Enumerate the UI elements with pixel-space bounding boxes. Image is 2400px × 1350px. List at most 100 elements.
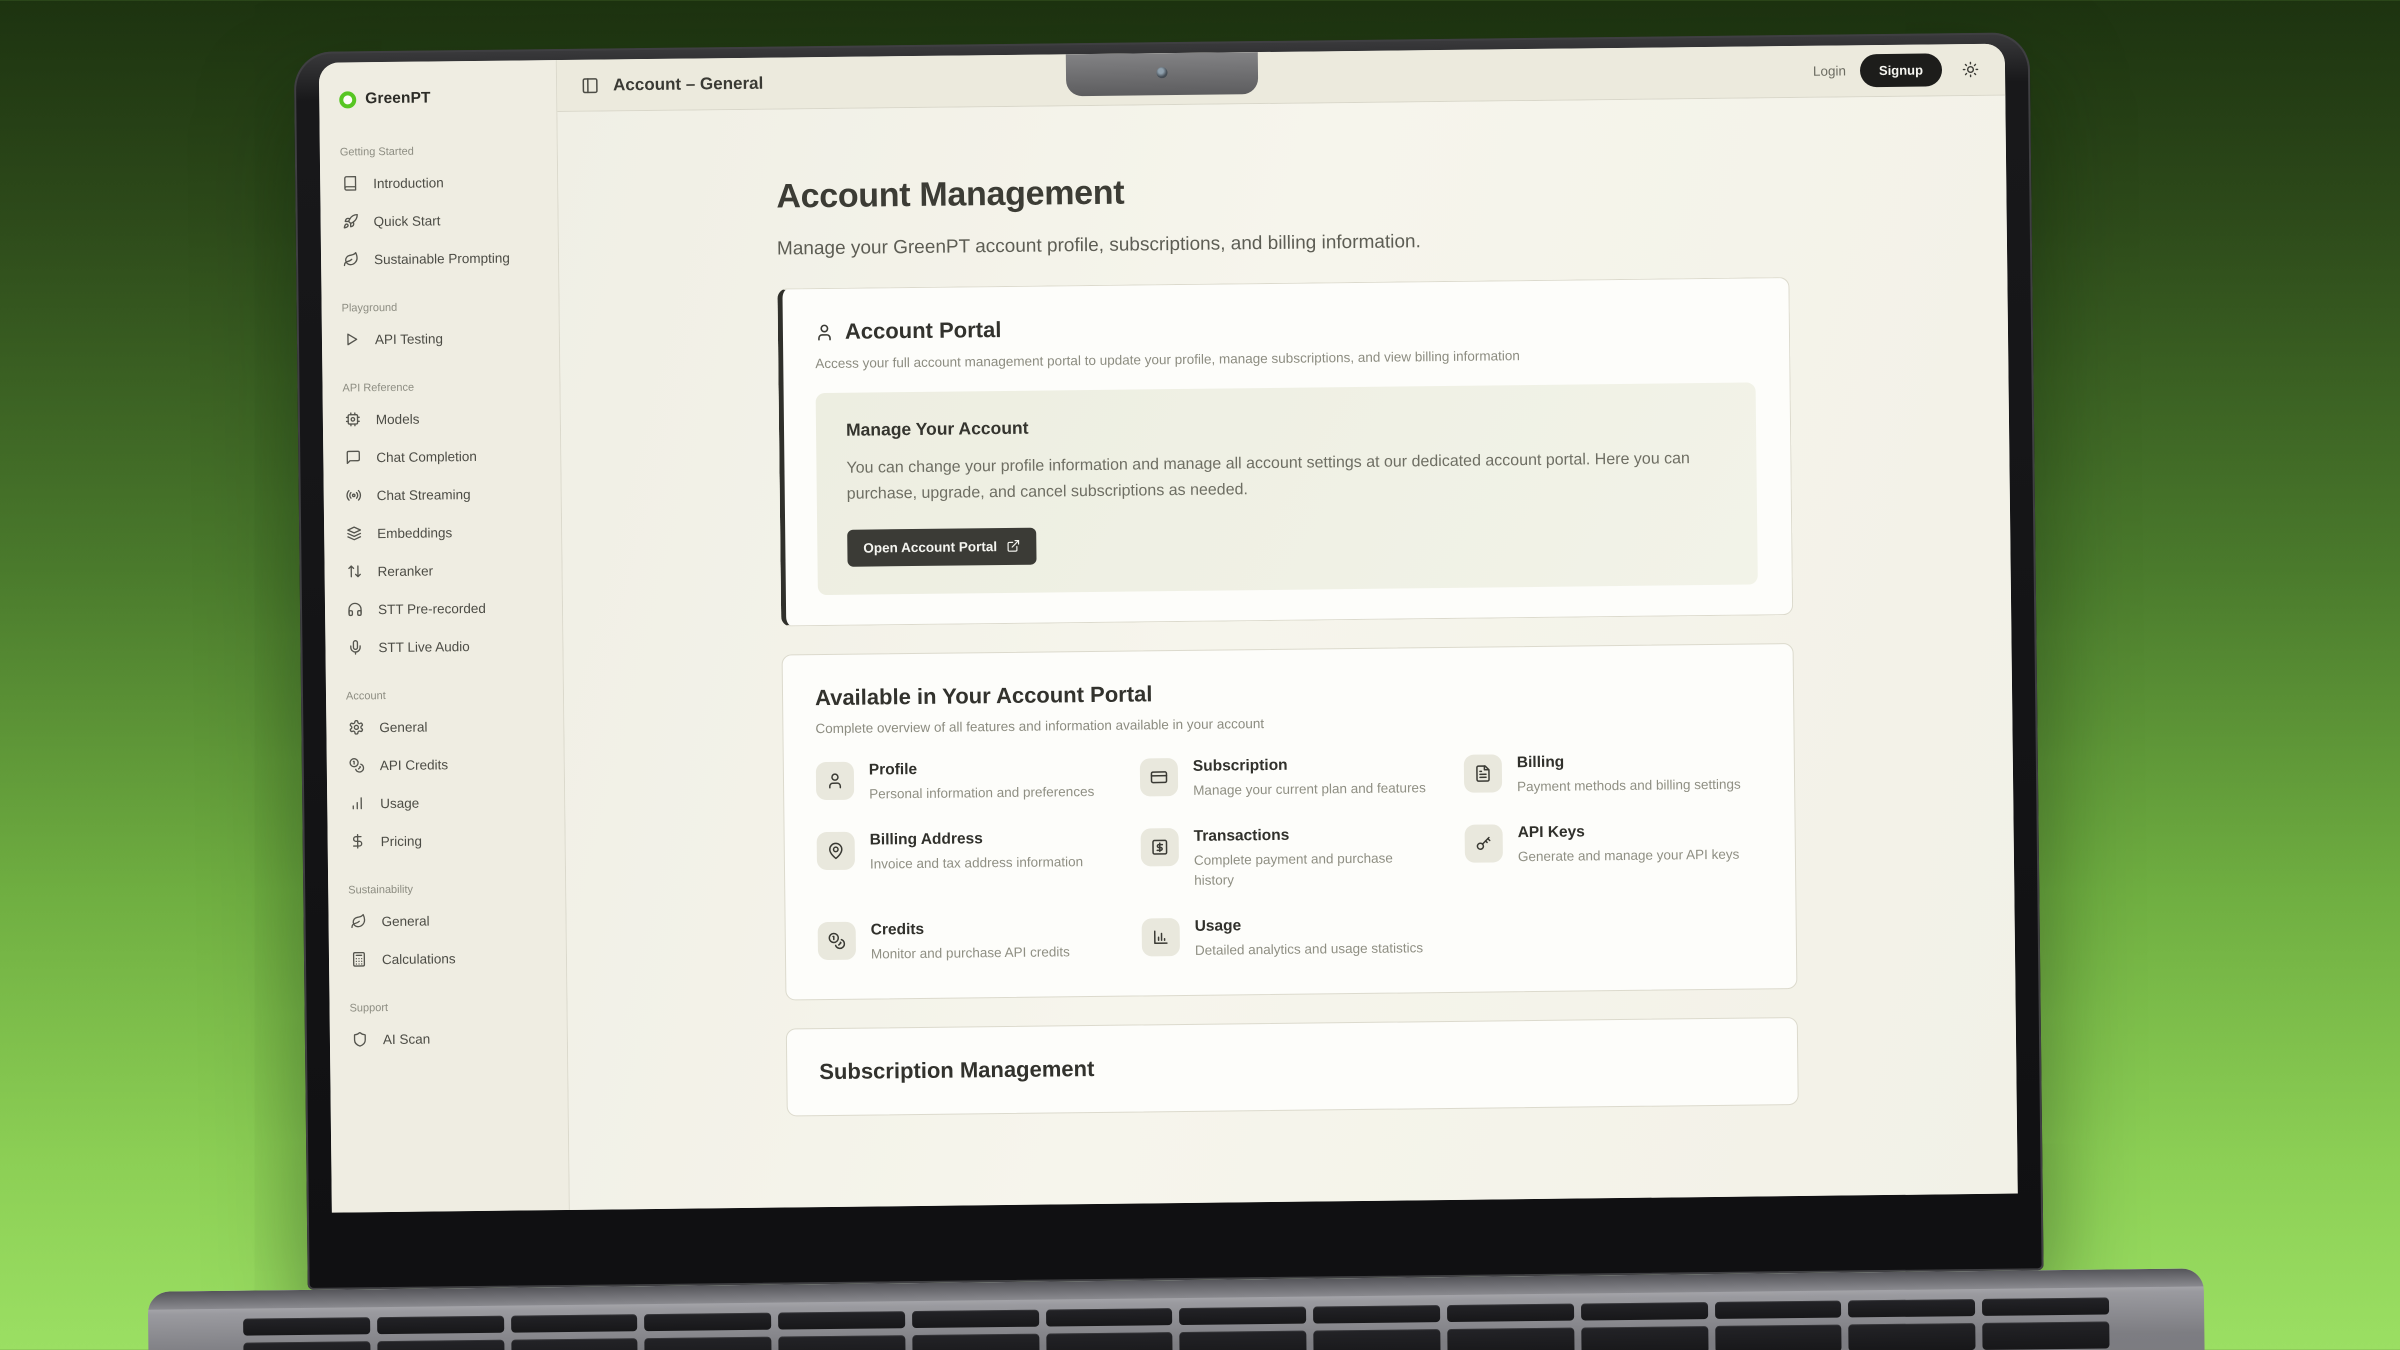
sidebar-item-label: Calculations bbox=[382, 951, 456, 967]
keyboard-key bbox=[1982, 1298, 2109, 1316]
sidebar-item-label: STT Live Audio bbox=[378, 639, 469, 655]
login-link[interactable]: Login bbox=[1813, 63, 1846, 78]
theme-toggle-button[interactable] bbox=[1962, 61, 1979, 78]
sidebar-section-label-playground: Playground bbox=[342, 300, 547, 314]
sidebar-item-account-general[interactable]: General bbox=[344, 706, 551, 746]
bar-chart-icon bbox=[349, 795, 365, 811]
feature-item-profile: ProfilePersonal information and preferen… bbox=[816, 759, 1114, 805]
open-account-portal-button[interactable]: Open Account Portal bbox=[847, 527, 1036, 566]
keyboard-key bbox=[243, 1317, 370, 1335]
sidebar-item-account-pricing[interactable]: Pricing bbox=[345, 820, 552, 860]
account-portal-description: Access your full account management port… bbox=[815, 345, 1755, 371]
feature-item-credits: CreditsMonitor and purchase API credits bbox=[818, 918, 1116, 964]
feature-item-billing: BillingPayment methods and billing setti… bbox=[1464, 751, 1762, 797]
sidebar-item-label: Models bbox=[376, 411, 420, 426]
portal-features-card: Available in Your Account Portal Complet… bbox=[782, 643, 1798, 1000]
sidebar-item-api-reference-chat-streaming[interactable]: Chat Streaming bbox=[342, 474, 549, 514]
brand-logo-icon bbox=[339, 91, 356, 108]
sidebar-item-label: Quick Start bbox=[374, 213, 441, 229]
sidebar-item-account-api-credits[interactable]: API Credits bbox=[345, 744, 552, 784]
manage-account-title: Manage Your Account bbox=[846, 410, 1726, 441]
sidebar-section-label-getting-started: Getting Started bbox=[340, 144, 545, 158]
sidebar-item-sustainability-calculations[interactable]: Calculations bbox=[347, 938, 554, 978]
page-title: Account Management bbox=[776, 166, 1788, 216]
feature-icon-tile bbox=[1140, 758, 1178, 796]
sidebar-item-getting-started-sustainable-prompting[interactable]: Sustainable Prompting bbox=[339, 238, 546, 278]
page-content: Account Management Manage your GreenPT a… bbox=[557, 96, 2017, 1210]
subscription-management-card: Subscription Management bbox=[786, 1017, 1799, 1116]
panel-left-icon bbox=[581, 76, 599, 94]
feature-title: Subscription bbox=[1193, 755, 1426, 776]
sidebar-item-label: API Testing bbox=[375, 331, 443, 347]
keyboard-key bbox=[1848, 1299, 1975, 1317]
feature-item-transactions: TransactionsComplete payment and purchas… bbox=[1141, 825, 1440, 891]
feature-description: Payment methods and billing settings bbox=[1517, 774, 1741, 797]
sidebar-section-label-account: Account bbox=[346, 688, 551, 702]
external-link-icon bbox=[1006, 539, 1020, 553]
feature-icon-tile bbox=[1141, 828, 1179, 866]
camera-notch bbox=[1066, 52, 1258, 96]
feature-description: Complete payment and purchase history bbox=[1194, 848, 1429, 891]
sidebar-item-api-reference-stt-live-audio[interactable]: STT Live Audio bbox=[343, 626, 550, 666]
dollar-icon bbox=[350, 833, 366, 849]
sidebar-item-api-reference-embeddings[interactable]: Embeddings bbox=[342, 512, 549, 552]
feature-title: Transactions bbox=[1194, 825, 1429, 846]
sidebar-item-api-reference-stt-pre-recorded[interactable]: STT Pre-recorded bbox=[343, 588, 550, 628]
sort-icon bbox=[347, 563, 363, 579]
desktop-background: GreenPT Getting Started Introduction Quick… bbox=[0, 0, 2400, 1350]
features-card-title: Available in Your Account Portal bbox=[815, 674, 1761, 711]
sidebar-item-playground-api-testing[interactable]: API Testing bbox=[340, 318, 547, 358]
sidebar-item-label: AI Scan bbox=[383, 1031, 430, 1047]
keyboard-key bbox=[511, 1338, 638, 1350]
feature-description: Invoice and tax address information bbox=[870, 852, 1083, 874]
keyboard-key bbox=[912, 1334, 1039, 1350]
sidebar-item-api-reference-reranker[interactable]: Reranker bbox=[342, 550, 549, 590]
keyboard-key bbox=[644, 1313, 771, 1331]
feature-description: Monitor and purchase API credits bbox=[871, 942, 1070, 964]
sidebar-item-account-usage[interactable]: Usage bbox=[345, 782, 552, 822]
signup-button[interactable]: Signup bbox=[1860, 53, 1942, 87]
webcam-icon bbox=[1156, 67, 1167, 78]
keyboard-key bbox=[912, 1310, 1039, 1328]
sidebar-item-api-reference-chat-completion[interactable]: Chat Completion bbox=[341, 436, 548, 476]
page-breadcrumb-title: Account – General bbox=[613, 73, 763, 95]
keyboard-key bbox=[377, 1340, 504, 1350]
sidebar-nav: Getting Started Introduction Quick Start Su… bbox=[338, 144, 555, 1058]
brand-logo[interactable]: GreenPT bbox=[337, 80, 544, 122]
feature-icon-tile bbox=[1465, 824, 1503, 862]
feature-item-api-keys: API KeysGenerate and manage your API key… bbox=[1465, 821, 1764, 887]
sidebar-section-label-sustainability: Sustainability bbox=[348, 882, 553, 896]
user-icon bbox=[815, 322, 834, 341]
keyboard-key bbox=[1581, 1302, 1708, 1320]
gear-icon bbox=[348, 719, 364, 735]
feature-item-subscription: SubscriptionManage your current plan and… bbox=[1140, 755, 1438, 801]
leaf-icon bbox=[343, 251, 359, 267]
account-portal-card: Account Portal Access your full account … bbox=[777, 277, 1793, 626]
feature-icon-tile bbox=[1464, 754, 1502, 792]
coins-icon bbox=[349, 757, 365, 773]
keyboard-key bbox=[1314, 1329, 1441, 1350]
sidebar-item-label: General bbox=[379, 719, 427, 735]
sidebar-toggle-button[interactable] bbox=[581, 76, 599, 94]
feature-title: API Keys bbox=[1518, 821, 1740, 842]
feature-description: Generate and manage your API keys bbox=[1518, 844, 1740, 866]
keyboard-key bbox=[1313, 1305, 1440, 1323]
user-icon bbox=[815, 322, 834, 341]
keyboard-key bbox=[1179, 1307, 1306, 1325]
keyboard-key bbox=[1715, 1301, 1842, 1319]
sidebar-item-label: General bbox=[381, 913, 429, 929]
sidebar-item-sustainability-general[interactable]: General bbox=[346, 900, 553, 940]
feature-icon-tile bbox=[1142, 918, 1180, 956]
sidebar-item-support-ai-scan[interactable]: AI Scan bbox=[348, 1018, 555, 1058]
main-column: Account – General Login Signup Account M… bbox=[557, 44, 2018, 1210]
credit-card-icon bbox=[1150, 768, 1168, 786]
sidebar-item-getting-started-introduction[interactable]: Introduction bbox=[338, 162, 545, 202]
keyboard-key bbox=[511, 1314, 638, 1332]
keyboard-key bbox=[1447, 1328, 1574, 1350]
sidebar-item-label: API Credits bbox=[380, 757, 448, 773]
shield-icon bbox=[352, 1031, 368, 1047]
sidebar-item-api-reference-models[interactable]: Models bbox=[341, 398, 548, 438]
sidebar-item-label: Reranker bbox=[378, 563, 434, 579]
sidebar-item-getting-started-quick-start[interactable]: Quick Start bbox=[338, 200, 545, 240]
sidebar: GreenPT Getting Started Introduction Quick… bbox=[319, 60, 570, 1213]
